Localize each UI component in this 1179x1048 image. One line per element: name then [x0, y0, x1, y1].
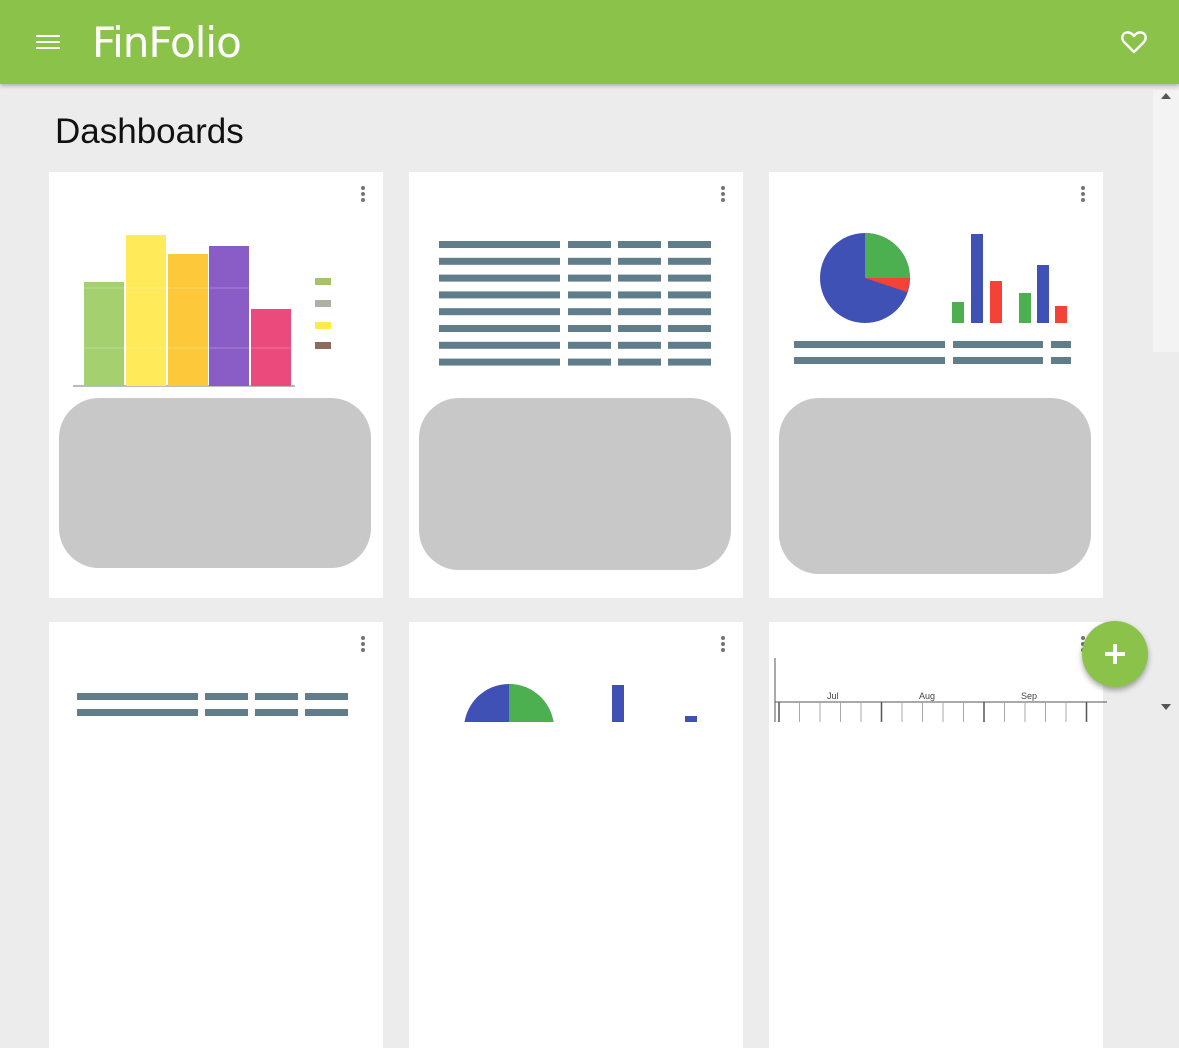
add-dashboard-button[interactable] [1082, 621, 1148, 687]
heart-outline-icon [1121, 31, 1147, 54]
timeline-thumbnail: Jul Aug Sep [774, 658, 1107, 722]
scroll-up-arrow-icon[interactable] [1160, 92, 1172, 100]
pie-bar-thumbnail [464, 684, 697, 722]
page-title: Dashboards [55, 112, 244, 151]
more-vert-icon[interactable] [351, 182, 375, 206]
dashboard-card[interactable] [409, 172, 743, 598]
menu-icon [36, 35, 60, 49]
more-vert-icon[interactable] [1071, 182, 1095, 206]
vertical-scrollbar[interactable] [1153, 84, 1179, 722]
timeline-month: Jul [827, 691, 839, 701]
favorites-button[interactable] [1116, 24, 1152, 60]
dashboard-card[interactable] [49, 622, 383, 1048]
dashboard-card[interactable] [769, 172, 1103, 598]
card-title-placeholder [59, 398, 371, 568]
table-thumbnail [439, 241, 711, 366]
dashboard-card[interactable] [49, 172, 383, 598]
scrollbar-thumb[interactable] [1153, 90, 1179, 352]
more-vert-icon[interactable] [711, 632, 735, 656]
more-vert-icon[interactable] [351, 632, 375, 656]
card-title-placeholder [779, 398, 1091, 574]
pie-bar-table-thumbnail [794, 233, 1071, 364]
timeline-month: Aug [919, 691, 935, 701]
app-bar: FinFolio [0, 0, 1179, 84]
app-logo[interactable]: FinFolio [92, 20, 252, 66]
dashboard-card[interactable] [409, 622, 743, 1048]
scroll-down-arrow-icon[interactable] [1160, 703, 1172, 711]
app-logo-text: FinFolio [92, 18, 242, 67]
menu-button[interactable] [30, 24, 66, 60]
dashboard-card[interactable]: Jul Aug Sep [769, 622, 1107, 1048]
bar-chart-thumbnail [73, 235, 331, 387]
more-vert-icon[interactable] [711, 182, 735, 206]
timeline-month: Sep [1021, 691, 1037, 701]
card-title-placeholder [419, 398, 731, 570]
plus-icon [1105, 644, 1125, 664]
table-thumbnail [77, 693, 348, 716]
